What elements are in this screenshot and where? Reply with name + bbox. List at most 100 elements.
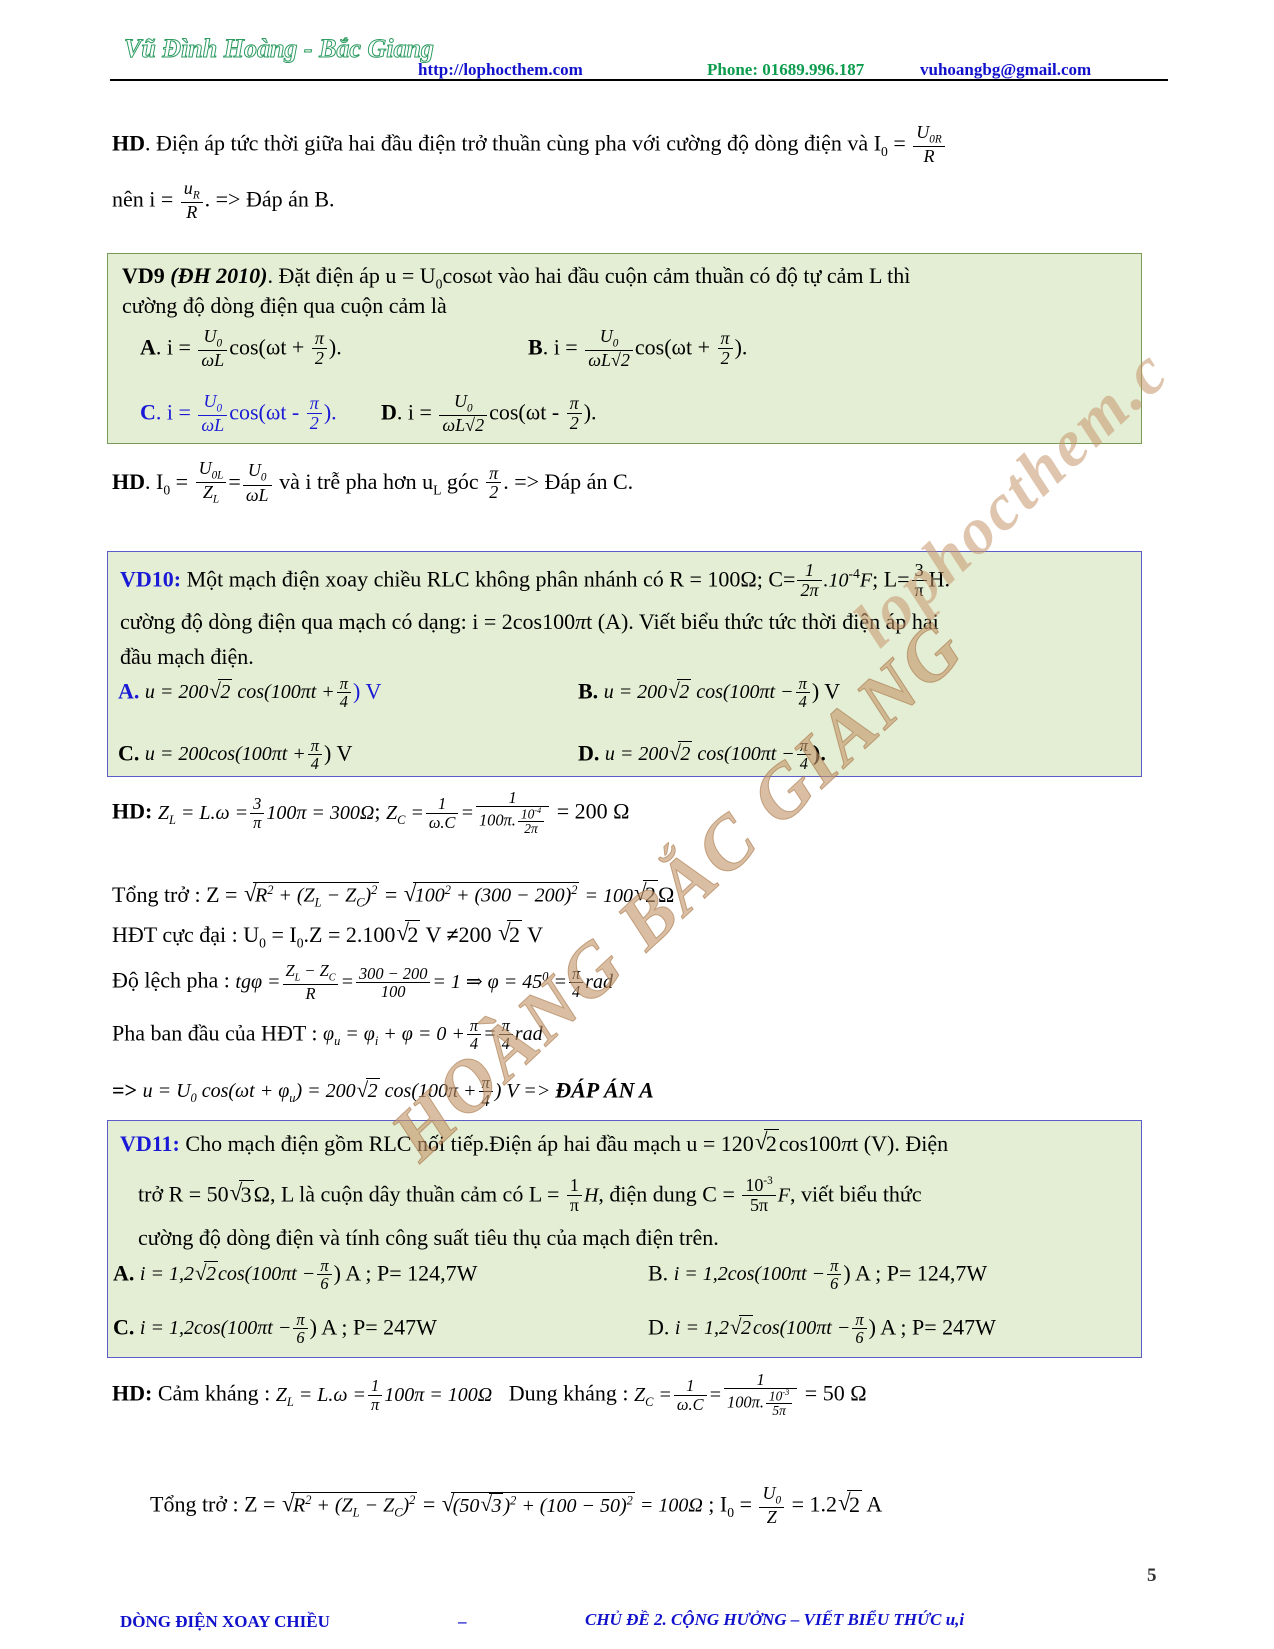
vd9-option-b[interactable]: B. i = U0 ωL√2 cos(ωt + π 2). [528,327,747,371]
hd9-f3-den: 2 [489,482,499,503]
vd10-option-d[interactable]: D. u = 200 2 cos(100πt −π4). [578,737,826,774]
hd10-l2-r2b-sup: 2 [571,883,578,898]
vd10-option-c[interactable]: C. u = 200cos(100πt + π 4) V [118,737,352,773]
hd-top-frac-num-sub: 0R [929,133,942,146]
vd11-opt-d-post: ) A ; P= 247W [868,1314,996,1340]
hd10-l3-sub: 0 [259,935,266,951]
hd10-l5-phiu: φ [323,1023,335,1046]
vd10-stem-2: ; C= [756,566,796,592]
hd10-l5-f2-num: π [498,1017,513,1036]
vd10-stem-5: t (A). Viết biểu thức tức thời điện áp h… [586,609,939,634]
vd10-opt-c-pnum: π [307,737,323,756]
hd11-line2: Tổng trở : Z = R2 + (ZL − ZC)2 = (503)2 … [150,1484,882,1528]
hd10-l4-tg: tgφ = [235,970,281,993]
hd10-l2-minus: − Z [321,885,357,907]
vd11-l-den: π [569,1195,579,1216]
vd11-c-den: 5π [750,1195,769,1216]
hd-label: HD [112,130,145,156]
vd9-stem-1: . Đặt điện áp u = U [267,263,436,288]
vd9-option-d[interactable]: D. i = U0 ωL√2 cos(ωt - π 2). [381,392,597,436]
document-page: Vũ Đình Hoàng - Bắc Giang http://lophoct… [0,0,1274,1649]
vd10-c-den: 2π [800,580,819,601]
hd-top-text: . Điện áp tức thời giữa hai đầu điện trở… [145,130,882,156]
vd10-opt-d-pden: 4 [799,754,808,774]
vd9-opt-a-den: ωL [201,350,225,371]
vd11-rad2: 3 [238,1179,254,1207]
hd10-label: HD: [112,798,153,824]
hd10-zl-sub: L [168,812,176,827]
hd10-l4-num: Z [285,961,295,981]
vd11-option-d[interactable]: D. i = 1,2 2cos(100πt −π6) A ; P= 247W [648,1311,996,1347]
hd10-l2-r2b: + (300 − 200) [450,885,572,907]
hd11-f3-den-pre: 100π. [727,1393,764,1413]
vd11-stem-1: Cho mạch điện gồm RLC nối tiếp.Điện áp h… [185,1131,754,1156]
vd10-opt-d-label: D. [578,740,600,766]
vd11-opt-d-expr: i = 1,2 [674,1317,729,1340]
hd9-f2-num-sub: 0 [260,471,267,484]
vd11-opt-b-expr: i = 1,2 [673,1263,728,1286]
hd10-l5-f1-num: π [466,1017,482,1036]
vd9-opt-c-pden: 2 [309,413,319,434]
vd10-opt-c-cos: cos(100πt + [208,743,306,766]
vd9-opt-c-pre: . i = [155,399,197,425]
hd10-l4-f3-den: 4 [571,981,581,1001]
vd11-option-b[interactable]: B. i = 1,2cos(100πt − π 6) A ; P= 124,7W [648,1257,988,1293]
hd10-eq: = L.ω = [175,801,249,824]
hd11-rest: 100π = 100Ω [384,1383,493,1406]
hd10-l3-d: V [420,922,447,947]
hd10-l2-zl-sub: L [314,896,322,910]
hd9-line: HD. I0 = U0L ZL = U0 ωL và i trễ pha hơn uL … [112,459,633,508]
hd9-eq: = [170,468,194,494]
hd10-l6-pre: => [112,1077,143,1103]
vd10-l-unit: H. [928,566,951,592]
vd10-opt-b-expr: u = 200 [603,681,668,704]
hd11-l2-semi: ; I [702,1491,728,1517]
vd10-l-den: π [914,580,924,601]
hd11-l2-f-den: Z [766,1507,777,1528]
hd10-l2-close-sup: 2 [371,883,378,898]
phone-text: Phone: 01689.996.187 [707,60,865,79]
hd11-l2-plus: + (Z [311,1494,353,1517]
vd11-stem-6: , điện dung C = [598,1181,741,1207]
hd10-l5-label: Pha ban đầu của HĐT : [112,1020,323,1046]
vd11-stem-line2: trở R = 50 3Ω, L là cuộn dây thuần cảm có… [138,1175,922,1216]
vd9-opt-d-pden: 2 [569,413,579,434]
vd10-stem-1: Một mạch điện xoay chiều RLC không phân … [186,566,741,592]
vd10-opt-d-rad: 2 [678,741,693,766]
vd10-option-a[interactable]: A. u = 200 2 cos(100πt +π4) V [118,675,381,711]
vd10-opt-d-post: ). [813,740,826,766]
vd11-rad1: 2 [763,1129,779,1156]
vd9-opt-d-den: ωL√2 [442,415,485,436]
vd9-opt-a-num-sub: 0 [216,337,223,350]
vd9-source: (ĐH 2010) [170,263,268,288]
vd10-stem-line3: đầu mạch điện. [120,644,254,669]
vd10-opt-a-expr: u = 200 [144,681,209,704]
vd11-opt-b-post: ) A ; P= 124,7W [843,1260,988,1286]
hd10-l3-e: 200 [458,922,498,947]
vd11-opt-c-expr: i = 1,2 [139,1317,194,1340]
vd11-option-a[interactable]: A. i = 1,2 2cos(100πt −π6) A ; P= 124,7W [113,1257,477,1293]
email-link[interactable]: vuhoangbg@gmail.com [920,60,1091,80]
vd9-stem-line2: cường độ dòng điện qua cuộn cảm là [122,293,447,318]
vd11-opt-a-label: A. [113,1260,135,1286]
hd10-l4-label: Độ lệch pha : [112,967,236,993]
vd9-option-c[interactable]: C. i = U0 ωL cos(ωt - π 2). [140,392,337,436]
hd11-l2-eq2: = [734,1491,758,1517]
vd9-stem-line1: VD9 (ĐH 2010). Đặt điện áp u = U0cosωt v… [122,262,910,292]
hd-top-sub: 0 [881,144,888,160]
hd-top-l2-num: u [183,178,193,199]
vd9-opt-d-label: D [381,399,397,425]
hd10-l4-f2-den: 100 [380,981,406,1001]
hd-top-frac-den: R [923,146,935,167]
vd10-option-b[interactable]: B. u = 200 2 cos(100πt −π4) V [578,675,840,711]
vd9-option-a[interactable]: A. i = U0 ωL cos(ωt + π 2). [140,327,342,371]
vd10-l-num: 3 [911,561,927,582]
hd10-l6-u: u [142,1080,153,1103]
vd9-opt-b-pden: 2 [720,348,730,369]
vd11-option-c[interactable]: C. i = 1,2cos(100πt − π 6) A ; P= 247W [113,1311,437,1347]
website-link[interactable]: http://lophocthem.com [418,60,583,80]
hd11-l2-r2-pre: (50 [452,1494,480,1517]
hd10-f2-den: ω.C [428,812,456,832]
vd11-opt-d-cos: cos(100πt − [752,1317,851,1340]
hd10-f1-num: 3 [250,795,265,814]
